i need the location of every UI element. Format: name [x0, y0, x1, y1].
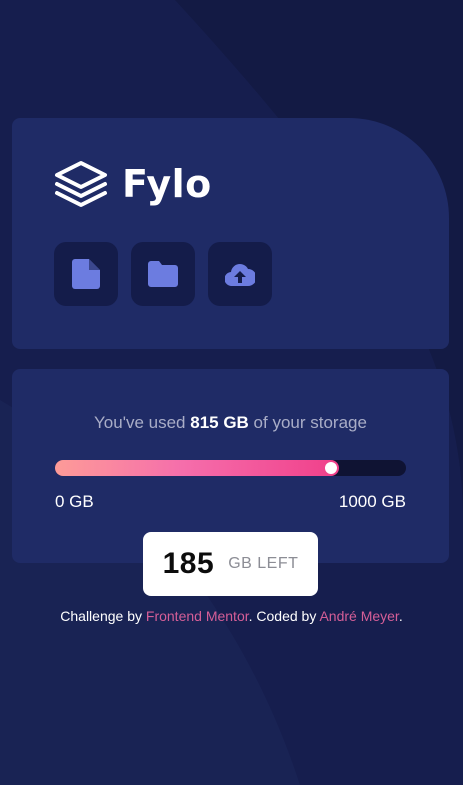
document-icon [72, 259, 100, 289]
document-button[interactable] [54, 242, 118, 306]
attribution-challenge-prefix: Challenge by [60, 608, 146, 624]
usage-statement: You've used 815 GB of your storage [12, 413, 449, 433]
scale-min-label: 0 GB [55, 492, 94, 511]
brand-name: Fylo [122, 162, 212, 206]
upload-icon [225, 264, 255, 287]
folder-icon [148, 261, 178, 287]
remaining-unit: GB LEFT [228, 555, 299, 572]
storage-progress-bar [55, 460, 406, 476]
usage-suffix: of your storage [248, 413, 367, 432]
attribution-coded-prefix: . Coded by [248, 608, 320, 624]
progress-knob [325, 462, 337, 474]
author-link[interactable]: André Meyer [319, 608, 398, 624]
scale-max-label: 1000 GB [338, 492, 406, 511]
layers-logo-icon [55, 161, 107, 207]
attribution: Challenge by Frontend Mentor. Coded by A… [0, 608, 463, 624]
tool-buttons [54, 242, 272, 306]
upload-button[interactable] [208, 242, 272, 306]
usage-prefix: You've used [94, 413, 191, 432]
storage-remaining-badge: 185 GB LEFT [143, 532, 318, 596]
logo: Fylo [54, 160, 212, 208]
frontend-mentor-link[interactable]: Frontend Mentor [146, 608, 249, 624]
remaining-value: 185 [162, 547, 215, 580]
attribution-end: . [398, 608, 403, 624]
usage-amount: 815 GB [190, 413, 249, 432]
brand-card: Fylo [12, 118, 449, 349]
storage-progress-fill [55, 460, 339, 476]
folder-button[interactable] [131, 242, 195, 306]
